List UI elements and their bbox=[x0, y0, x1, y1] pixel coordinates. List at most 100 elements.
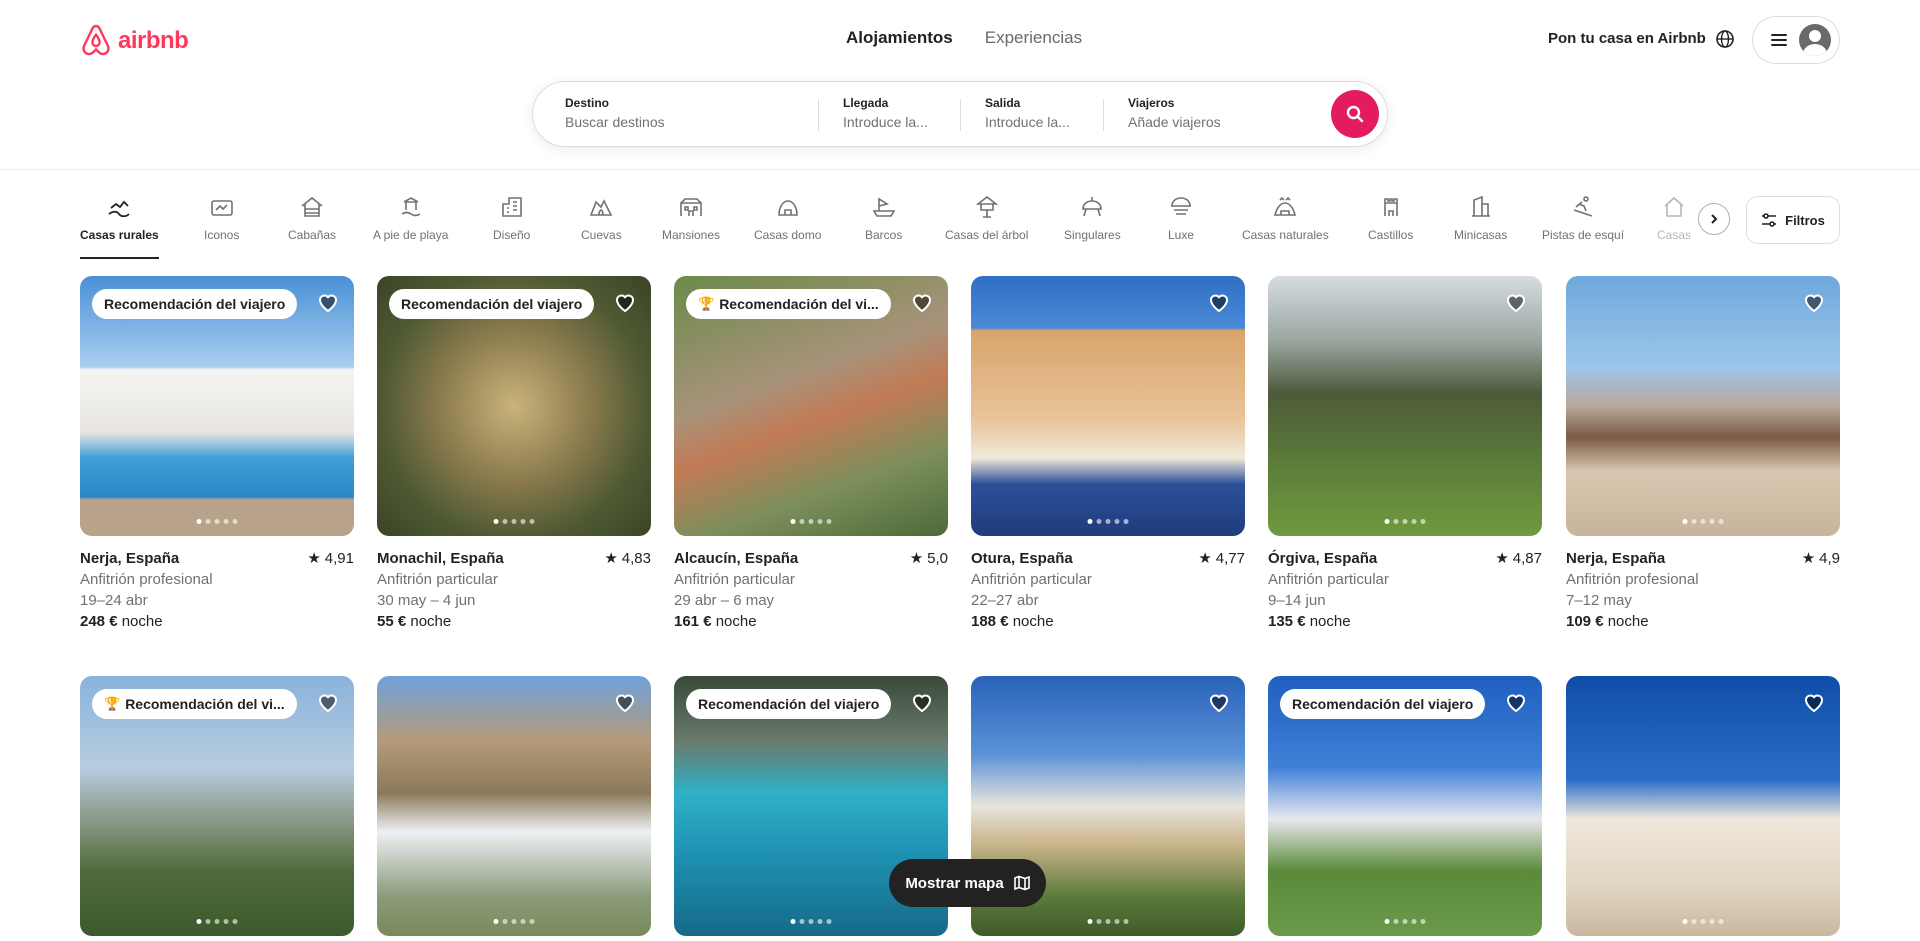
heart-icon[interactable] bbox=[316, 690, 340, 714]
destination-field[interactable]: Destino Buscar destinos bbox=[565, 96, 665, 130]
heart-icon[interactable] bbox=[1802, 690, 1826, 714]
house-icon bbox=[1664, 196, 1684, 217]
user-menu-button[interactable] bbox=[1752, 16, 1840, 64]
listing-info: Nerja, España ★ 4,9 Anfitrión profesional… bbox=[1566, 548, 1840, 632]
category-castillos[interactable]: Castillos bbox=[1368, 194, 1413, 242]
heart-icon[interactable] bbox=[1802, 290, 1826, 314]
listing-card[interactable]: Recomendación del viajero Nerja, España … bbox=[80, 276, 354, 632]
listing-card[interactable]: Nerja, España ★ 4,9 Anfitrión profesional… bbox=[1566, 276, 1840, 632]
category-barcos[interactable]: Barcos bbox=[865, 194, 902, 242]
listing-dates: 9–14 jun bbox=[1268, 592, 1326, 609]
category-minicasas[interactable]: Minicasas bbox=[1454, 194, 1507, 242]
category-casas-rurales[interactable]: Casas rurales bbox=[80, 194, 159, 259]
categories-next-button[interactable] bbox=[1698, 203, 1730, 235]
destination-input[interactable]: Buscar destinos bbox=[565, 114, 665, 130]
listing-price: 55 € noche bbox=[377, 613, 452, 630]
checkin-input[interactable]: Introduce la... bbox=[843, 114, 928, 130]
star-icon: ★ bbox=[909, 550, 924, 567]
guest-favorite-badge: 🏆 Recomendación del vi... bbox=[686, 289, 891, 319]
category-mansiones[interactable]: Mansiones bbox=[662, 194, 720, 242]
heart-icon[interactable] bbox=[1504, 290, 1528, 314]
listing-card[interactable]: Otura, España ★ 4,77 Anfitrión particular… bbox=[971, 276, 1245, 632]
cave-icon bbox=[590, 199, 613, 216]
listing-card[interactable]: 🏆 Recomendación del vi... Alcaucín, Españ… bbox=[674, 276, 948, 632]
photo-pagination-dots bbox=[1384, 919, 1426, 924]
category-diseno[interactable]: Diseño bbox=[493, 194, 530, 242]
search-button[interactable] bbox=[1331, 90, 1379, 138]
listing-card[interactable] bbox=[377, 676, 651, 936]
listing-info: Nerja, España ★ 4,91 Anfitrión profesiona… bbox=[80, 548, 354, 632]
globe-icon[interactable] bbox=[1714, 28, 1736, 50]
listing-dates: 22–27 abr bbox=[971, 592, 1039, 609]
category-a-pie-de-playa[interactable]: A pie de playa bbox=[373, 194, 448, 242]
airbnb-logo-icon bbox=[82, 24, 110, 56]
checkin-field[interactable]: Llegada Introduce la... bbox=[843, 96, 928, 130]
listing-photo[interactable]: Recomendación del viajero bbox=[377, 276, 651, 536]
listing-card[interactable]: Órgiva, España ★ 4,87 Anfitrión particula… bbox=[1268, 276, 1542, 632]
listing-photo[interactable]: 🏆 Recomendación del vi... bbox=[80, 676, 354, 936]
listing-card[interactable]: Recomendación del viajero Monachil, Espa… bbox=[377, 276, 651, 632]
category-label: Iconos bbox=[204, 228, 240, 242]
guests-label: Viajeros bbox=[1128, 96, 1175, 110]
tab-experiencias[interactable]: Experiencias bbox=[985, 28, 1082, 48]
filters-button[interactable]: Filtros bbox=[1746, 196, 1840, 244]
category-label: Cabañas bbox=[288, 228, 337, 242]
guests-input[interactable]: Añade viajeros bbox=[1128, 114, 1221, 130]
guests-field[interactable]: Viajeros Añade viajeros bbox=[1128, 96, 1221, 130]
category-cabanas[interactable]: Cabañas bbox=[288, 194, 336, 242]
icons-icon bbox=[210, 200, 233, 216]
tab-alojamientos[interactable]: Alojamientos bbox=[846, 28, 953, 48]
category-cuevas[interactable]: Cuevas bbox=[581, 194, 622, 242]
listing-photo[interactable] bbox=[1566, 676, 1840, 936]
mansion-icon bbox=[680, 198, 702, 216]
category-casas-domo[interactable]: Casas domo bbox=[754, 194, 821, 242]
listing-card[interactable] bbox=[1566, 676, 1840, 936]
listing-photo[interactable]: 🏆 Recomendación del vi... bbox=[674, 276, 948, 536]
checkout-input[interactable]: Introduce la... bbox=[985, 114, 1070, 130]
listing-host: Anfitrión profesional bbox=[80, 571, 213, 588]
guest-favorite-badge: Recomendación del viajero bbox=[389, 289, 595, 319]
category-label: Diseño bbox=[493, 228, 531, 242]
heart-icon[interactable] bbox=[910, 690, 934, 714]
listing-rating: ★ 4,77 bbox=[1198, 550, 1245, 567]
checkout-field[interactable]: Salida Introduce la... bbox=[985, 96, 1070, 130]
listing-rating: ★ 5,0 bbox=[909, 550, 948, 567]
category-label: Pistas de esquí bbox=[1542, 228, 1625, 242]
listing-photo[interactable] bbox=[971, 276, 1245, 536]
listing-photo[interactable] bbox=[1268, 276, 1542, 536]
heart-icon[interactable] bbox=[910, 290, 934, 314]
heart-icon[interactable] bbox=[1504, 690, 1528, 714]
header: airbnb Alojamientos Experiencias Pon tu … bbox=[0, 0, 1920, 170]
listing-photo[interactable] bbox=[377, 676, 651, 936]
category-singulares[interactable]: Singulares bbox=[1064, 194, 1121, 242]
category-casas-naturales[interactable]: Casas naturales bbox=[1242, 194, 1329, 242]
listing-photo[interactable] bbox=[1566, 276, 1840, 536]
heart-icon[interactable] bbox=[1207, 690, 1231, 714]
heart-icon[interactable] bbox=[316, 290, 340, 314]
airbnb-logo[interactable]: airbnb bbox=[80, 24, 189, 58]
search-icon bbox=[1346, 105, 1364, 123]
category-casas-del-arbol[interactable]: Casas del árbol bbox=[945, 194, 1028, 242]
listing-rating: ★ 4,83 bbox=[604, 550, 651, 567]
heart-icon[interactable] bbox=[613, 690, 637, 714]
listing-card[interactable]: 🏆 Recomendación del vi... bbox=[80, 676, 354, 936]
show-map-button[interactable]: Mostrar mapa bbox=[889, 859, 1046, 907]
heart-icon[interactable] bbox=[1207, 290, 1231, 314]
star-icon: ★ bbox=[307, 550, 321, 567]
category-label: Barcos bbox=[865, 228, 903, 242]
star-icon: ★ bbox=[604, 550, 618, 567]
heart-icon[interactable] bbox=[613, 290, 637, 314]
listing-photo[interactable]: Recomendación del viajero bbox=[80, 276, 354, 536]
countryside-icon bbox=[108, 200, 130, 218]
listing-card[interactable]: Recomendación del viajero bbox=[1268, 676, 1542, 936]
listing-info: Monachil, España ★ 4,83 Anfitrión particu… bbox=[377, 548, 651, 632]
photo-pagination-dots bbox=[493, 519, 535, 524]
listing-photo[interactable]: Recomendación del viajero bbox=[1268, 676, 1542, 936]
checkin-label: Llegada bbox=[843, 96, 889, 110]
treehouse-icon bbox=[975, 195, 999, 218]
category-casas[interactable]: Casas bbox=[1657, 194, 1691, 242]
category-luxe[interactable]: Luxe bbox=[1168, 194, 1194, 242]
category-iconos[interactable]: Iconos bbox=[204, 194, 239, 242]
become-host-link[interactable]: Pon tu casa en Airbnb bbox=[1548, 30, 1706, 47]
category-pistas-de-esqui[interactable]: Pistas de esquí bbox=[1542, 194, 1624, 242]
